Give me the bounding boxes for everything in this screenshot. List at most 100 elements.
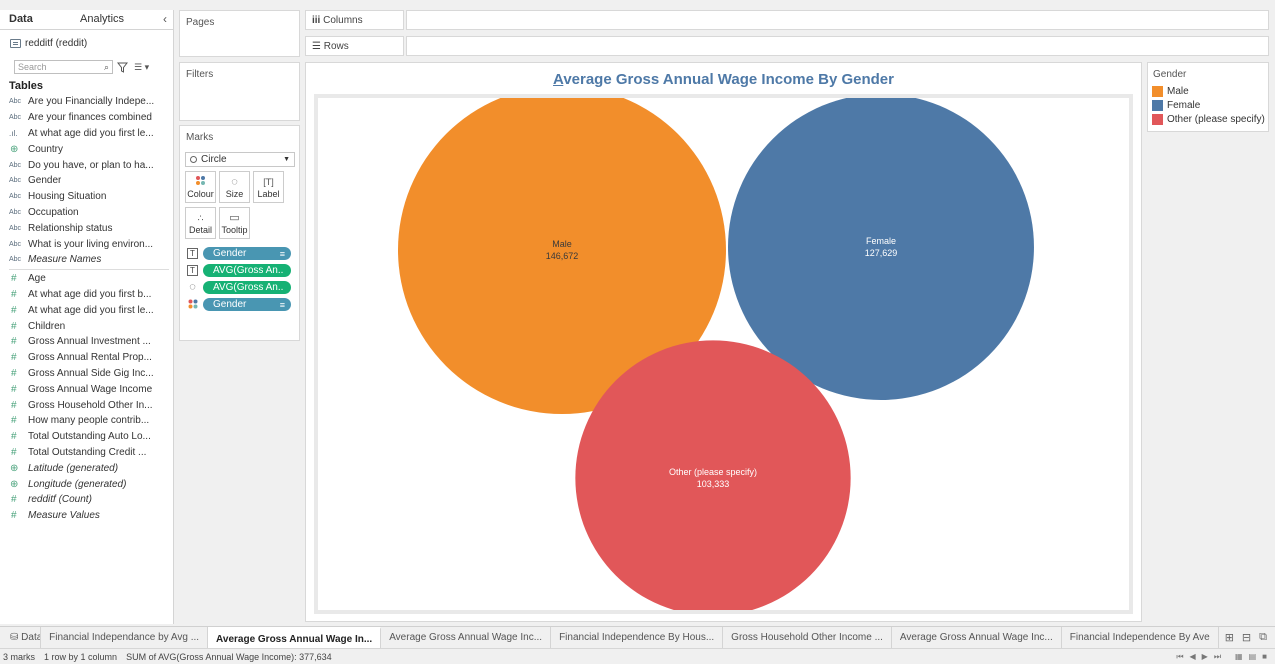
view-title[interactable]: Average Gross Annual Wage Income By Gend… [306,71,1141,88]
measure-icon: # [11,320,17,332]
field-name: Total Outstanding Credit ... [28,446,147,458]
field-item[interactable]: # How many people contrib... [0,413,173,429]
measure-icon: # [11,399,17,411]
field-name: Are you Financially Indepe... [28,96,155,108]
grid-view-icon[interactable]: ▦ [1235,652,1243,662]
measure-icon: # [11,352,17,364]
legend-item[interactable]: Other (please specify) [1148,112,1268,126]
tooltip-button[interactable]: ▭ Tooltip [219,207,250,239]
new-story-icon[interactable]: ⧉ [1259,631,1267,648]
datasource-item[interactable]: redditf (reddit) [0,30,173,52]
filmstrip-view-icon[interactable]: ▤ [1249,652,1257,662]
field-item[interactable]: # At what age did you first b... [0,287,173,303]
status-rows: 1 row by 1 column [44,651,118,662]
field-item[interactable]: Abc Measure Names [0,252,173,268]
sheet-tab[interactable]: Average Gross Annual Wage Inc... [381,627,552,648]
tables-heading: Tables [9,80,44,92]
status-sum: SUM of AVG(Gross Annual Wage Income): 37… [126,651,332,662]
sheet-tab[interactable]: Financial Independance by Avg ... [41,627,209,648]
field-item[interactable]: # Age [0,271,173,287]
next-sheet-icon[interactable]: ▶ [1202,652,1208,662]
colour-button[interactable]: Colour [185,171,216,203]
field-item[interactable]: # Gross Annual Side Gig Inc... [0,366,173,382]
measure-icon: # [11,510,17,522]
tabs-view-icon[interactable]: ■ [1262,652,1267,662]
data-source-tab[interactable]: ⛁ Data Source [0,627,42,648]
field-item[interactable]: Abc What is your living environ... [0,236,173,252]
field-name: Longitude (generated) [28,478,127,490]
field-item[interactable]: Abc Occupation [0,205,173,221]
field-item[interactable]: # Gross Household Other In... [0,397,173,413]
legend-item[interactable]: Female [1148,98,1268,112]
chevron-left-icon[interactable]: ‹ [163,12,167,26]
field-item[interactable]: # Gross Annual Wage Income [0,381,173,397]
new-worksheet-icon[interactable]: ⊞ [1225,631,1234,648]
field-item[interactable]: # At what age did you first le... [0,302,173,318]
detail-button[interactable]: ∴ Detail [185,207,216,239]
gender-pill[interactable]: Gender ≡ [203,298,291,311]
field-item[interactable]: # Total Outstanding Auto Lo... [0,429,173,445]
mark-type-label: Circle [201,154,227,165]
columns-drop-zone[interactable] [406,10,1269,30]
filter-icon[interactable] [117,62,128,73]
marks-pill-row: T Gender ≡ [187,247,299,260]
field-item[interactable]: # Children [0,318,173,334]
sheet-tab[interactable]: Financial Independence By Hous... [551,627,724,648]
string-icon: Abc [9,224,22,232]
marks-pill-row: ◌ AVG(Gross An.. [187,281,299,294]
field-item[interactable]: # Measure Values [0,508,173,524]
pill-label: AVG(Gross An.. [213,282,284,293]
label-button[interactable]: [T] Label [253,171,284,203]
search-icon: ⌕ [103,61,109,72]
columns-shelf: iii Columns [305,10,1269,30]
new-dashboard-icon[interactable]: ⊟ [1242,631,1251,648]
sheet-tab[interactable]: Average Gross Annual Wage Inc... [892,627,1062,648]
size-icon: ◌ [231,176,238,188]
sheet-tab[interactable]: Financial Independence By Ave [1062,627,1219,648]
mark-type-dropdown[interactable]: Circle ▼ [185,152,295,167]
pages-shelf[interactable]: Pages [179,10,300,57]
circle-icon [190,156,197,163]
list-view-icon[interactable]: ☰ ▾ [134,62,149,73]
gender-pill[interactable]: Gender ≡ [203,247,291,260]
legend-item[interactable]: Male [1148,84,1268,98]
tab-analytics[interactable]: Analytics [58,10,148,29]
filters-shelf[interactable]: Filters [179,62,300,121]
field-item[interactable]: Abc Are you Financially Indepe... [0,94,173,110]
size-button[interactable]: ◌ Size [219,171,250,203]
field-item[interactable]: Abc Are your finances combined [0,110,173,126]
avg-wage-pill[interactable]: AVG(Gross An.. [203,281,291,294]
detail-label: Detail [188,225,212,235]
field-item[interactable]: # Total Outstanding Credit ... [0,445,173,461]
data-source-label: Data Source [21,632,42,643]
last-sheet-icon[interactable]: ⏭ [1214,652,1221,662]
field-item[interactable]: Abc Do you have, or plan to ha... [0,157,173,173]
field-item[interactable]: # redditf (Count) [0,492,173,508]
measure-icon: # [11,304,17,316]
field-name: redditf (Count) [28,494,92,506]
field-item[interactable]: Abc Relationship status [0,220,173,236]
field-item[interactable]: ⊕ Longitude (generated) [0,476,173,492]
first-sheet-icon[interactable]: ⏮ [1176,652,1183,662]
label-label: Label [257,189,280,199]
rows-drop-zone[interactable] [406,36,1269,56]
field-item[interactable]: .ıl. At what age did you first le... [0,126,173,142]
avg-wage-pill[interactable]: AVG(Gross An.. [203,264,291,277]
search-input[interactable]: Search ⌕ [14,60,113,74]
field-item[interactable]: ⊕ Latitude (generated) [0,460,173,476]
dropdown-arrow-icon: ▼ [283,156,290,163]
status-bar: 3 marks 1 row by 1 column SUM of AVG(Gro… [0,648,1275,664]
sheet-tab-list: Financial Independance by Avg ... Average… [41,627,1219,648]
rows-label: Rows [323,41,349,52]
sheet-tab[interactable]: Gross Household Other Income ... [723,627,892,648]
prev-sheet-icon[interactable]: ◀ [1190,652,1196,662]
field-item[interactable]: # Gross Annual Investment ... [0,334,173,350]
field-item[interactable]: Abc Housing Situation [0,189,173,205]
field-item[interactable]: ⊕ Country [0,141,173,157]
search-row: Search ⌕ ☰ ▾ [14,60,173,74]
field-item[interactable]: Abc Gender [0,173,173,189]
field-item[interactable]: # Gross Annual Rental Prop... [0,350,173,366]
globe-icon: ⊕ [10,478,19,490]
sheet-tab[interactable]: Average Gross Annual Wage In... [208,627,382,648]
tab-data[interactable]: Data [0,10,58,29]
